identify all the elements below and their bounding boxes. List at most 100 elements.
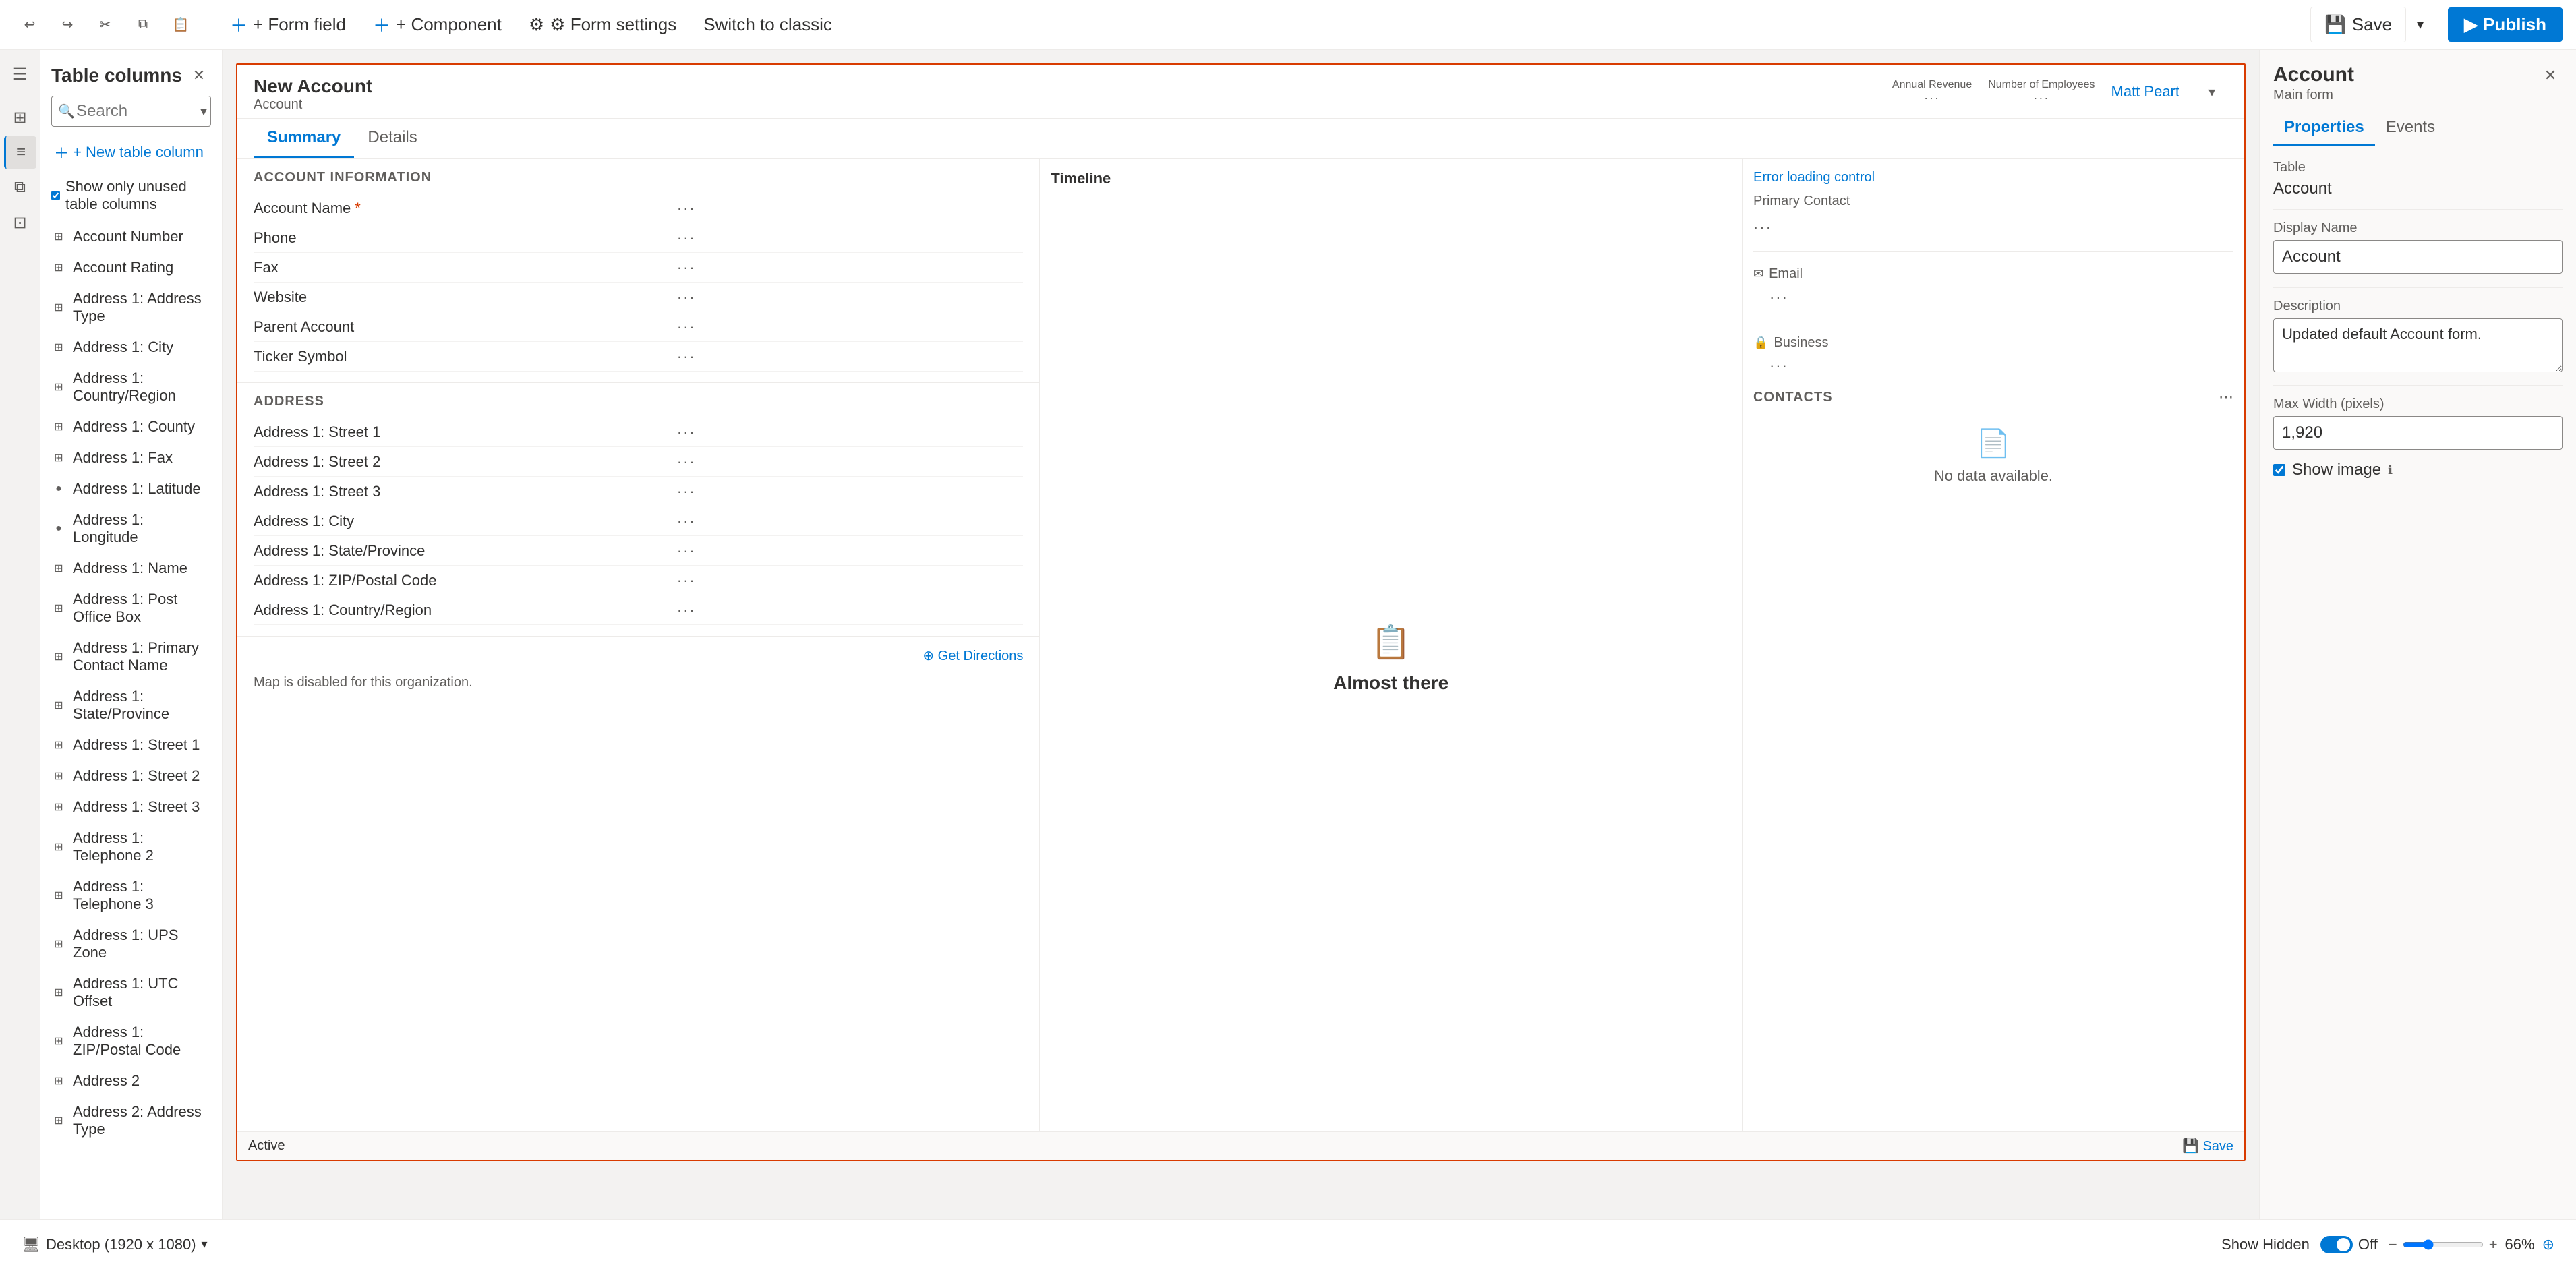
list-item[interactable]: ⊞ Address 1: Post Office Box: [40, 584, 222, 632]
form-field-button[interactable]: ＋ + Form field: [219, 7, 357, 42]
account-info-section: ACCOUNT INFORMATION Account Name * ··· P…: [237, 159, 1039, 383]
copy-button[interactable]: ⧉: [127, 9, 159, 41]
switch-classic-button[interactable]: Switch to classic: [693, 9, 843, 40]
list-item[interactable]: ⊞ Address 1: Name: [40, 553, 222, 584]
form-save-link[interactable]: 💾 Save: [2182, 1138, 2233, 1154]
tab-details[interactable]: Details: [354, 119, 430, 158]
list-item[interactable]: ⊞ Address 1: Country/Region: [40, 363, 222, 411]
nav-data-button[interactable]: ⊡: [4, 206, 36, 239]
field-icon: ⊞: [51, 888, 66, 903]
owner-field[interactable]: Matt Peart: [2111, 83, 2179, 100]
publish-button[interactable]: ▶ Publish: [2448, 7, 2563, 42]
right-panel-close-button[interactable]: ✕: [2538, 63, 2563, 88]
panel-divider-3: [2273, 385, 2563, 386]
business-label: Business: [1774, 335, 1828, 351]
inner-layout: New Account Account Annual Revenue ··· N…: [223, 50, 2576, 1269]
list-item[interactable]: ⊞ Address 1: Telephone 3: [40, 871, 222, 920]
no-data-text: No data available.: [1934, 467, 2053, 485]
nav-menu-button[interactable]: ☰: [4, 58, 36, 90]
sidebar-close-button[interactable]: ✕: [187, 63, 211, 88]
save-icon: 💾: [2324, 14, 2346, 35]
no-data-area: 📄 No data available.: [1753, 411, 2233, 501]
field-icon: ⊞: [51, 1034, 66, 1049]
field-icon: ⊞: [51, 1073, 66, 1088]
sidebar-actions: ＋ + New table column: [40, 135, 222, 175]
list-item[interactable]: ● Address 1: Latitude: [40, 473, 222, 504]
undo-button[interactable]: ↩: [13, 9, 46, 41]
primary-contact-label: Primary Contact: [1753, 194, 2233, 209]
list-item[interactable]: ⊞ Address 1: County: [40, 411, 222, 442]
publish-icon: ▶: [2464, 14, 2478, 35]
form-header-chevron[interactable]: ▾: [2196, 76, 2228, 108]
right-panel-subtitle: Main form: [2273, 88, 2354, 103]
save-chevron-button[interactable]: ▾: [2409, 9, 2432, 40]
tab-events[interactable]: Events: [2375, 111, 2446, 146]
form-header-fields: Annual Revenue ··· Number of Employees ·…: [1892, 76, 2228, 108]
form-settings-button[interactable]: ⚙ ⚙ Form settings: [518, 9, 687, 40]
left-sidebar: Table columns ✕ 🔍 ▾ ＋ + New table column…: [40, 50, 223, 1269]
search-icon: 🔍: [58, 103, 75, 120]
list-item[interactable]: ⊞ Address 1: State/Province: [40, 681, 222, 730]
info-icon[interactable]: ℹ: [2388, 463, 2393, 477]
panel-divider-2: [2273, 287, 2563, 288]
display-name-input[interactable]: [2273, 240, 2563, 274]
cut-button[interactable]: ✂: [89, 9, 121, 41]
component-button[interactable]: ＋ + Component: [362, 7, 513, 42]
right-panel-title: Account: [2273, 63, 2354, 86]
list-item[interactable]: ⊞ Account Rating: [40, 252, 222, 283]
paste-button[interactable]: 📋: [165, 9, 197, 41]
tab-summary[interactable]: Summary: [254, 119, 354, 158]
tab-properties[interactable]: Properties: [2273, 111, 2375, 146]
new-column-label: + New table column: [73, 144, 204, 161]
search-input[interactable]: [51, 96, 211, 127]
sidebar-search: 🔍 ▾: [51, 96, 211, 127]
field-icon: ⊞: [51, 937, 66, 951]
nav-layers-button[interactable]: ⧉: [4, 171, 36, 204]
form-center-column: Timeline 📋 Almost there: [1040, 159, 1743, 1131]
toolbar: ↩ ↪ ✂ ⧉ 📋 ＋ + Form field ＋ + Component ⚙…: [0, 0, 2576, 50]
list-item[interactable]: ⊞ Address 1: Street 1: [40, 730, 222, 761]
component-label: + Component: [396, 14, 502, 35]
list-item[interactable]: ⊞ Address 2: [40, 1065, 222, 1096]
form-footer: Active 💾 Save: [237, 1131, 2244, 1160]
field-icon: ⊞: [51, 229, 66, 244]
field-street1: Address 1: Street 1 ···: [254, 417, 1023, 447]
list-item[interactable]: ⊞ Address 1: Telephone 2: [40, 823, 222, 871]
list-item[interactable]: ⊞ Address 2: Address Type: [40, 1096, 222, 1145]
show-image-checkbox[interactable]: [2273, 464, 2285, 476]
list-item[interactable]: ⊞ Address 1: UTC Offset: [40, 968, 222, 1017]
field-phone: Phone ···: [254, 223, 1023, 253]
filter-button[interactable]: ▾: [200, 103, 207, 120]
list-item[interactable]: ⊞ Address 1: City: [40, 332, 222, 363]
form-canvas: New Account Account Annual Revenue ··· N…: [236, 63, 2246, 1161]
contacts-more-button[interactable]: ⋯: [2219, 388, 2233, 406]
get-directions-button[interactable]: ⊕ Get Directions: [923, 649, 1023, 663]
table-label: Table: [2273, 160, 2563, 175]
canvas-container: New Account Account Annual Revenue ··· N…: [223, 50, 2259, 1269]
max-width-input[interactable]: [2273, 416, 2563, 450]
list-item[interactable]: ⊞ Address 1: Fax: [40, 442, 222, 473]
business-value: ···: [1753, 355, 2233, 378]
save-button[interactable]: 💾 Save: [2310, 7, 2406, 42]
field-icon: ⊞: [51, 839, 66, 854]
list-item[interactable]: ⊞ Address 1: Address Type: [40, 283, 222, 332]
list-item[interactable]: ⊞ Address 1: Street 2: [40, 761, 222, 792]
nav-home-button[interactable]: ⊞: [4, 101, 36, 134]
field-icon: ⊞: [51, 340, 66, 355]
show-unused-checkbox[interactable]: [51, 189, 60, 202]
list-item[interactable]: ● Address 1: Longitude: [40, 504, 222, 553]
nav-forms-button[interactable]: ≡: [4, 136, 36, 169]
list-item[interactable]: ⊞ Account Number: [40, 221, 222, 252]
list-item[interactable]: ⊞ Address 1: Primary Contact Name: [40, 632, 222, 681]
sidebar-header: Table columns ✕: [40, 50, 222, 96]
new-table-column-button[interactable]: ＋ + New table column: [51, 138, 206, 167]
list-item[interactable]: ⊞ Address 1: ZIP/Postal Code: [40, 1017, 222, 1065]
list-item[interactable]: ⊞ Address 1: UPS Zone: [40, 920, 222, 968]
form-field-icon: ＋: [230, 12, 247, 37]
display-name-label: Display Name: [2273, 220, 2563, 236]
list-item[interactable]: ⊞ Address 1: Street 3: [40, 792, 222, 823]
redo-button[interactable]: ↪: [51, 9, 84, 41]
description-textarea[interactable]: Updated default Account form.: [2273, 318, 2563, 372]
map-section: ⊕ Get Directions Map is disabled for thi…: [237, 637, 1039, 707]
error-loading-link[interactable]: Error loading control: [1753, 170, 2233, 185]
